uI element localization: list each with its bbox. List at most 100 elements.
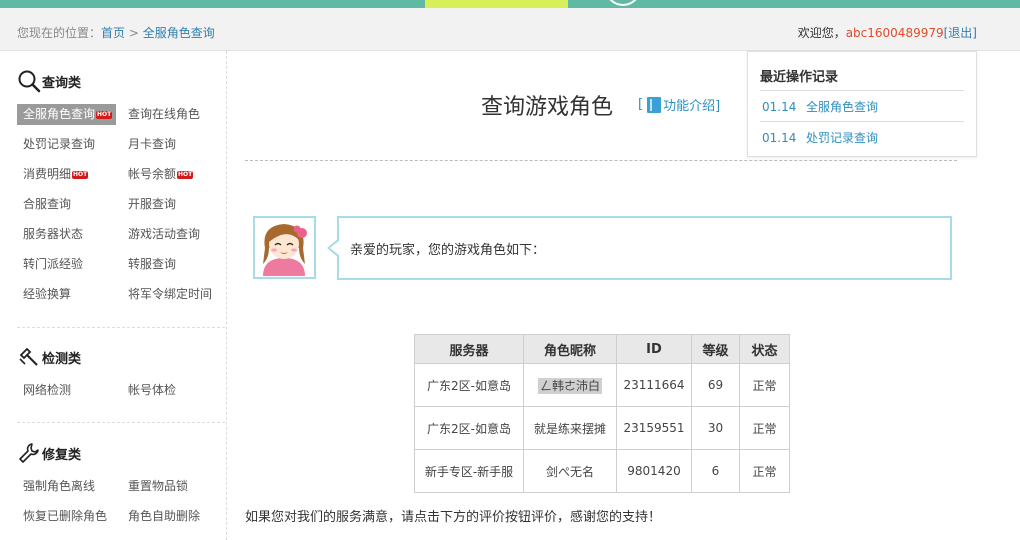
top-banner — [0, 0, 1020, 8]
function-intro-bracket: [ — [638, 97, 644, 112]
logout-link[interactable]: [退出] — [944, 26, 977, 40]
sidebar-item-label: 查询在线角色 — [128, 107, 201, 121]
col-header-level: 等级 — [691, 334, 740, 364]
recent-item-label: 全服角色查询 — [806, 100, 879, 114]
footer-note: 如果您对我们的服务满意，请点击下方的评价按钮评价，感谢您的支持！ — [245, 510, 662, 525]
cell-level: 69 — [691, 363, 740, 407]
recent-item[interactable]: 01.14 处罚记录查询 — [762, 129, 878, 146]
sidebar-item-restore-deleted-role[interactable]: 恢复已删除角色 — [17, 506, 107, 527]
section-title-detect: 检测类 — [17, 345, 81, 369]
roles-table: 服务器 角色昵称 ID 等级 状态 广东2区-如意岛 ㄥ韩ㄜ沛白 2311166… — [414, 334, 790, 493]
sidebar-divider — [17, 327, 225, 328]
sidebar-item-token-bind-time[interactable]: 将军令绑定时间 — [122, 284, 212, 305]
sidebar-item-penalty-record[interactable]: 处罚记录查询 — [17, 134, 95, 155]
cell-level: 30 — [691, 406, 740, 450]
cell-server: 广东2区-如意岛 — [414, 406, 524, 450]
sidebar-divider — [17, 422, 225, 423]
bubble-tail-inner — [330, 240, 340, 256]
table-row: 广东2区-如意岛 就是练来摆摊 23159551 30 正常 — [414, 406, 790, 450]
top-banner-logo-arc — [605, 0, 641, 6]
title-divider — [245, 160, 957, 161]
cell-nickname: 就是练来摆摊 — [523, 406, 617, 450]
username: abc1600489979 — [845, 26, 944, 40]
cell-nickname: 剑ぺ无名 — [523, 449, 617, 493]
recent-item-date: 01.14 — [762, 100, 797, 114]
function-intro-link[interactable]: [功能介绍] — [638, 95, 720, 114]
section-title-query: 查询类 — [17, 69, 81, 93]
col-header-nickname: 角色昵称 — [523, 334, 617, 364]
message-text: 亲爱的玩家，您的游戏角色如下： — [350, 243, 546, 258]
breadcrumb-current-link[interactable]: 全服角色查询 — [143, 26, 215, 40]
sidebar-item-server-status[interactable]: 服务器状态 — [17, 224, 83, 245]
section-title-detect-label: 检测类 — [42, 351, 82, 367]
sidebar-item-label: 经验换算 — [23, 287, 72, 301]
sidebar-item-label: 将军令绑定时间 — [128, 287, 213, 301]
sidebar-item-force-offline[interactable]: 强制角色离线 — [17, 476, 95, 497]
avatar — [253, 216, 316, 279]
cell-status: 正常 — [739, 363, 790, 407]
cell-id: 9801420 — [616, 449, 692, 493]
sidebar-item-reset-item-lock[interactable]: 重置物品锁 — [122, 476, 188, 497]
sidebar-item-exp-convert[interactable]: 经验换算 — [17, 284, 71, 305]
recent-operations-panel: 最近操作记录 01.14 全服角色查询 01.14 处罚记录查询 — [747, 51, 977, 157]
sidebar-item-server-transfer[interactable]: 转服查询 — [122, 254, 176, 275]
sidebar-item-merge-server[interactable]: 合服查询 — [17, 194, 71, 215]
sidebar-item-open-server[interactable]: 开服查询 — [122, 194, 176, 215]
sidebar: 查询类 全服角色查询 HOT 查询在线角色 处罚记录查询 月卡查询 消费明细 HOT… — [17, 51, 227, 540]
sidebar-item-label: 恢复已删除角色 — [23, 509, 108, 523]
col-header-status: 状态 — [739, 334, 790, 364]
page-title: 查询游戏角色 — [481, 95, 614, 120]
wrench-icon — [19, 443, 39, 463]
recent-divider — [760, 121, 964, 122]
recent-divider — [760, 90, 964, 91]
col-header-id: ID — [616, 334, 692, 364]
sidebar-item-label: 帐号余额 — [128, 167, 177, 181]
sidebar-item-consumption-detail[interactable]: 消费明细 HOT — [17, 164, 89, 185]
hot-badge: HOT — [72, 170, 89, 179]
sidebar-item-self-delete-role[interactable]: 角色自助删除 — [122, 506, 200, 527]
cell-server: 新手专区-新手服 — [414, 449, 524, 493]
sidebar-item-label: 强制角色离线 — [23, 479, 96, 493]
hot-badge: HOT — [177, 170, 194, 179]
cell-nickname-text: ㄥ韩ㄜ沛白 — [537, 377, 602, 394]
sidebar-item-online-role[interactable]: 查询在线角色 — [122, 104, 200, 125]
recent-operations-title: 最近操作记录 — [760, 70, 839, 85]
sidebar-item-label: 重置物品锁 — [128, 479, 189, 493]
top-banner-accent — [425, 0, 568, 8]
sidebar-item-label: 服务器状态 — [23, 227, 84, 241]
recent-item-label: 处罚记录查询 — [806, 131, 879, 145]
sidebar-item-network-check[interactable]: 网络检测 — [17, 380, 71, 401]
welcome-text: 欢迎您， — [797, 26, 846, 40]
section-title-repair-label: 修复类 — [42, 447, 82, 463]
probe-icon — [19, 347, 38, 366]
sidebar-item-game-activity[interactable]: 游戏活动查询 — [122, 224, 200, 245]
hot-badge: HOT — [96, 110, 113, 119]
sidebar-item-month-card[interactable]: 月卡查询 — [122, 134, 176, 155]
cell-id: 23159551 — [616, 406, 692, 450]
sidebar-item-all-server-role[interactable]: 全服角色查询 HOT — [17, 104, 117, 125]
section-title-repair: 修复类 — [17, 441, 81, 465]
message-bubble: 亲爱的玩家，您的游戏角色如下： — [327, 216, 952, 280]
sidebar-item-label: 合服查询 — [23, 197, 72, 211]
sidebar-item-label: 月卡查询 — [128, 137, 177, 151]
book-icon — [647, 96, 662, 113]
recent-item-date: 01.14 — [762, 131, 797, 145]
cell-id: 23111664 — [616, 363, 692, 407]
breadcrumb-home-link[interactable]: 首页 — [101, 26, 125, 40]
sidebar-item-label: 角色自助删除 — [128, 509, 201, 523]
sidebar-item-label: 转服查询 — [128, 257, 177, 271]
table-header-row: 服务器 角色昵称 ID 等级 状态 — [414, 334, 790, 364]
girl-avatar-icon — [263, 224, 307, 276]
sidebar-item-account-checkup[interactable]: 帐号体检 — [122, 380, 176, 401]
sidebar-item-account-balance[interactable]: 帐号余额 HOT — [122, 164, 194, 185]
sidebar-item-label: 开服查询 — [128, 197, 177, 211]
sidebar-item-sect-transfer-exp[interactable]: 转门派经验 — [17, 254, 83, 275]
breadcrumb: 您现在的位置：首页 > 全服角色查询 — [17, 24, 215, 41]
table-row: 新手专区-新手服 剑ぺ无名 9801420 6 正常 — [414, 449, 790, 493]
sidebar-item-label: 转门派经验 — [23, 257, 84, 271]
recent-item[interactable]: 01.14 全服角色查询 — [762, 98, 878, 115]
header-bar: 您现在的位置：首页 > 全服角色查询 欢迎您，abc1600489979[退出] — [0, 8, 1020, 51]
sidebar-item-label: 帐号体检 — [128, 383, 177, 397]
sidebar-item-label: 网络检测 — [23, 383, 72, 397]
sidebar-item-label: 全服角色查询 — [23, 107, 96, 121]
